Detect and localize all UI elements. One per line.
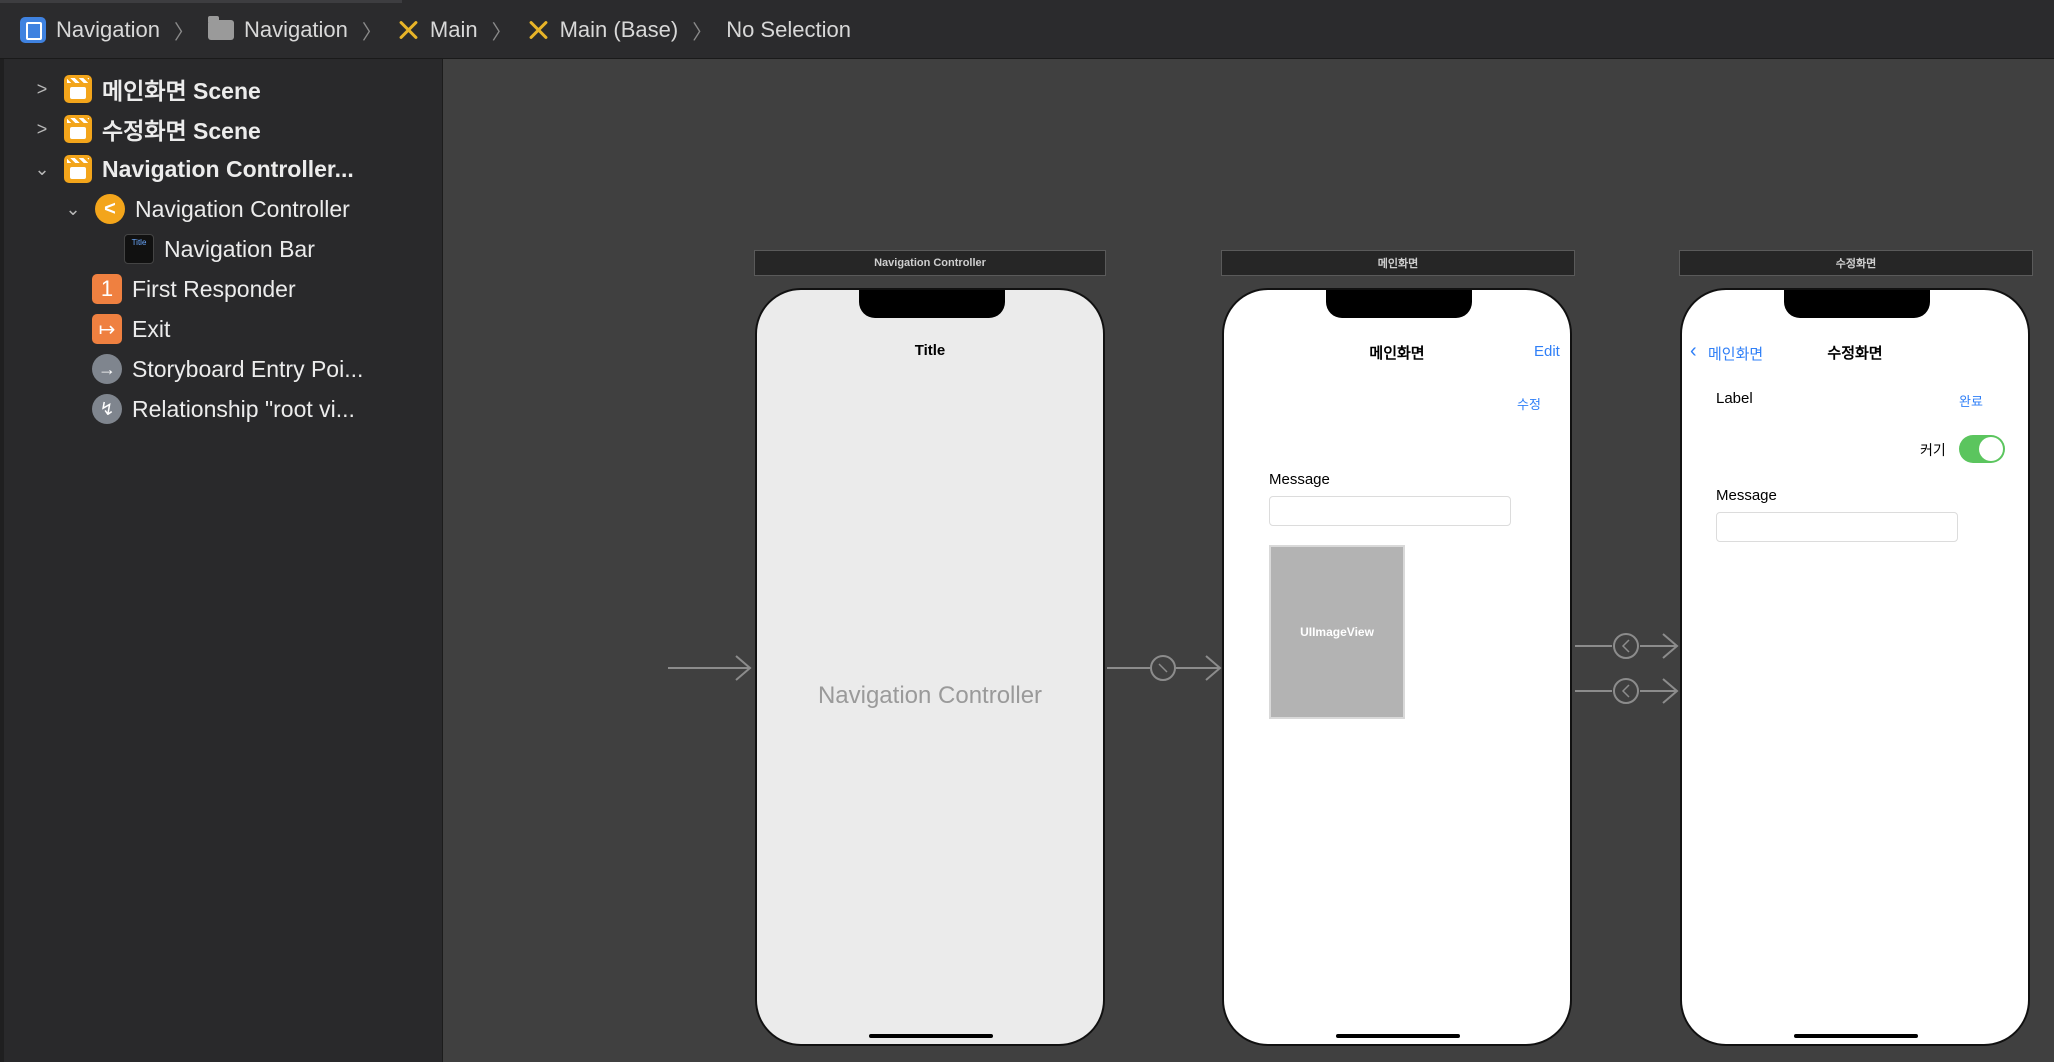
chevron-left-icon	[1621, 684, 1630, 698]
zoom-switch[interactable]	[1959, 435, 2005, 463]
scene-header-navigation-controller[interactable]: Navigation Controller	[754, 250, 1106, 276]
message-label: Message	[1269, 471, 1330, 488]
relationship-glyph	[1158, 663, 1168, 673]
navigation-controller-scene[interactable]: Title Navigation Controller	[755, 288, 1105, 1046]
message-field[interactable]	[1269, 496, 1511, 526]
status-label: Label	[1716, 390, 1753, 407]
scene-header-edit[interactable]: 수정화면	[1679, 250, 2033, 276]
home-indicator	[1794, 1034, 1918, 1038]
show-segue-icon[interactable]	[1613, 678, 1639, 704]
done-button[interactable]: 완료	[1959, 391, 1983, 410]
message-label: Message	[1716, 487, 1777, 504]
main-scene[interactable]: 메인화면 Edit 수정 Message UIImageView	[1222, 288, 1572, 1046]
device-notch	[1784, 290, 1930, 318]
zoom-label: 커기	[1920, 442, 1946, 458]
edit-button[interactable]: Edit	[1534, 343, 1560, 360]
message-field[interactable]	[1716, 512, 1958, 542]
home-indicator	[1336, 1034, 1460, 1038]
nav-bar-title: 수정화면	[1827, 345, 1883, 362]
nav-bar-title: 메인화면	[1369, 345, 1425, 362]
scene-header-main[interactable]: 메인화면	[1221, 250, 1575, 276]
device-notch	[859, 290, 1005, 318]
home-indicator	[869, 1034, 993, 1038]
image-view[interactable]: UIImageView	[1269, 545, 1405, 719]
edit-scene[interactable]: ‹ 메인화면 수정화면 Label 완료 커기 Message	[1680, 288, 2030, 1046]
chevron-left-icon	[1621, 639, 1630, 653]
modify-button[interactable]: 수정	[1517, 394, 1541, 413]
navigation-controller-placeholder: Navigation Controller	[817, 682, 1043, 709]
show-segue-icon[interactable]	[1613, 633, 1639, 659]
device-notch	[1326, 290, 1472, 318]
nav-bar-title: Title	[914, 342, 946, 359]
